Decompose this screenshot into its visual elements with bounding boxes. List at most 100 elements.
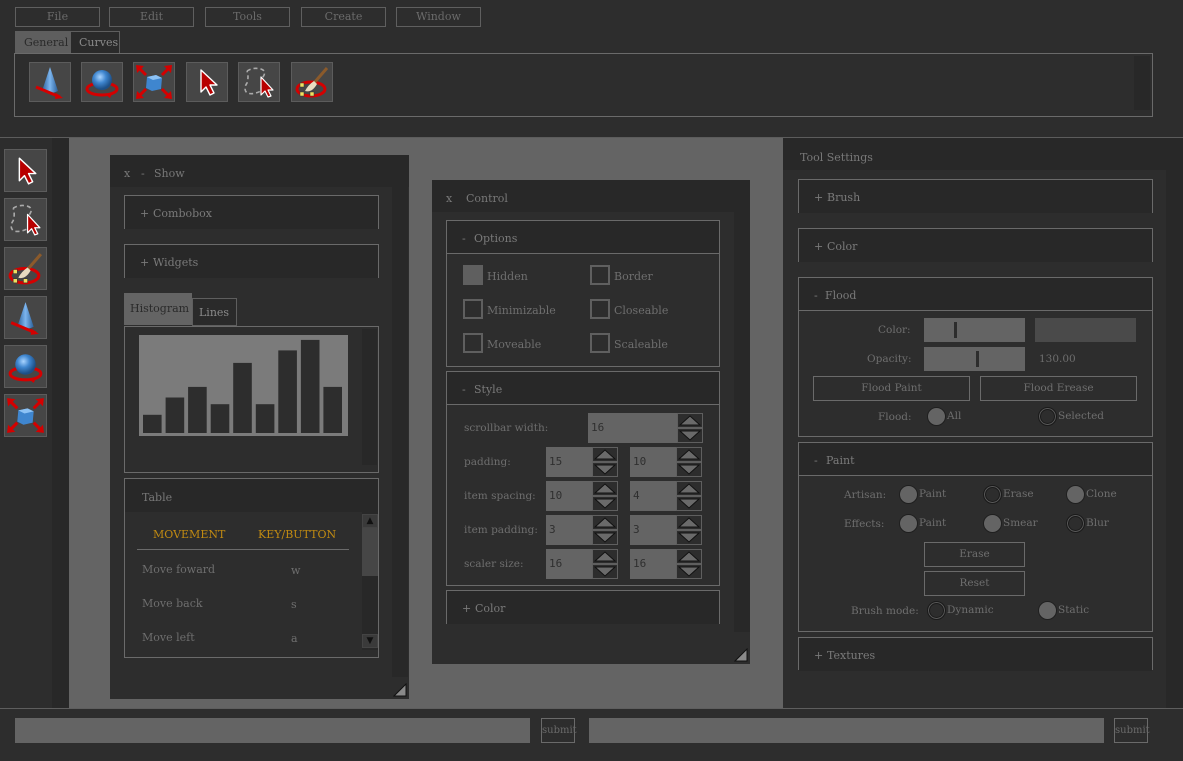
resize-grip-icon[interactable] [734, 648, 748, 662]
brush-group[interactable]: + Brush [798, 179, 1153, 213]
color-group[interactable]: + Color [798, 228, 1153, 262]
menu-tools[interactable]: Tools [205, 7, 290, 27]
scroll-down-button[interactable]: ▼ [362, 634, 378, 648]
tool-shelf-scrollbar[interactable] [1134, 56, 1150, 110]
menu-file[interactable]: File [15, 7, 100, 27]
menu-create[interactable]: Create [301, 7, 386, 27]
scroll-up-button[interactable]: ▲ [362, 514, 378, 528]
increment-button[interactable] [592, 481, 618, 496]
checkbox-minimizable[interactable] [463, 299, 483, 319]
left-toolbox-scrollbar[interactable] [52, 138, 69, 708]
checkbox-hidden[interactable] [463, 265, 483, 285]
checkbox-scaleable[interactable] [590, 333, 610, 353]
reset-button[interactable]: Reset [924, 571, 1025, 596]
select-tool-button[interactable] [186, 62, 228, 102]
increment-button[interactable] [592, 549, 618, 564]
checkbox-border[interactable] [590, 265, 610, 285]
side-paint-button[interactable] [4, 247, 47, 290]
flood-color-slider[interactable] [924, 318, 1025, 342]
tab-general[interactable]: General [15, 31, 70, 53]
tab-lines[interactable]: Lines [192, 298, 237, 326]
scrollbar-width-field[interactable]: 16 [588, 413, 677, 443]
slider-handle[interactable] [954, 322, 958, 338]
command-input-left[interactable] [15, 718, 530, 743]
side-lasso-button[interactable] [4, 198, 47, 241]
radio-static[interactable] [1038, 601, 1057, 620]
tool-settings-scrollbar[interactable] [1166, 170, 1183, 708]
decrement-button[interactable] [677, 428, 703, 443]
increment-button[interactable] [592, 515, 618, 530]
spin-field[interactable]: 10 [546, 481, 592, 511]
radio-smear[interactable] [983, 514, 1002, 533]
show-window-scrollbar[interactable] [392, 187, 408, 677]
decrement-button[interactable] [592, 462, 618, 477]
slider-handle[interactable] [975, 351, 979, 367]
close-button[interactable]: x [124, 167, 130, 180]
decrement-button[interactable] [676, 496, 702, 511]
increment-button[interactable] [592, 447, 618, 462]
textures-group[interactable]: + Textures [798, 637, 1153, 671]
submit-button-left[interactable]: submit [541, 718, 577, 743]
minimize-button[interactable]: - [141, 167, 145, 180]
menu-edit[interactable]: Edit [109, 7, 194, 27]
flood-erase-button[interactable]: Flood Erease [980, 376, 1137, 401]
submit-button-right[interactable]: submit [1114, 718, 1150, 743]
control-window-scrollbar[interactable] [734, 212, 750, 632]
flood-color-swatch[interactable] [1035, 318, 1136, 342]
radio-selected[interactable] [1038, 407, 1057, 426]
flood-paint-button[interactable]: Flood Paint [813, 376, 970, 401]
radio-dynamic[interactable] [927, 601, 946, 620]
spin-field[interactable]: 16 [546, 549, 592, 579]
decrement-button[interactable] [676, 530, 702, 545]
command-input-right[interactable] [589, 718, 1104, 743]
radio-clone[interactable] [1066, 485, 1085, 504]
radio-paint[interactable] [899, 485, 918, 504]
move-tool-button[interactable] [29, 62, 71, 102]
decrement-button[interactable] [676, 462, 702, 477]
style-header[interactable]: - Style [447, 372, 719, 405]
side-rotate-button[interactable] [4, 345, 47, 388]
increment-button[interactable] [676, 515, 702, 530]
paint-tool-button[interactable] [291, 62, 333, 102]
tab-curves[interactable]: Curves [70, 31, 120, 53]
scrollbar-thumb[interactable] [362, 528, 378, 576]
lasso-tool-button[interactable] [238, 62, 280, 102]
decrement-button[interactable] [676, 564, 702, 579]
increment-button[interactable] [676, 549, 702, 564]
show-window-header[interactable]: x - Show [110, 155, 409, 187]
options-header[interactable]: - Options [447, 221, 719, 254]
paint-header[interactable]: - Paint [799, 443, 1152, 476]
rotate-tool-button[interactable] [81, 62, 123, 102]
spin-field[interactable]: 3 [630, 515, 676, 545]
decrement-button[interactable] [592, 564, 618, 579]
radio-erase[interactable] [983, 485, 1002, 504]
radio-blur[interactable] [1066, 514, 1085, 533]
scale-tool-button[interactable] [133, 62, 175, 102]
spin-field[interactable]: 3 [546, 515, 592, 545]
opacity-slider[interactable] [924, 347, 1025, 371]
increment-button[interactable] [676, 447, 702, 462]
increment-button[interactable] [677, 413, 703, 428]
erase-button[interactable]: Erase [924, 542, 1025, 567]
decrement-button[interactable] [592, 496, 618, 511]
side-select-button[interactable] [4, 149, 47, 192]
resize-grip-icon[interactable] [393, 683, 407, 697]
decrement-button[interactable] [592, 530, 618, 545]
histogram-scrollbar[interactable] [362, 329, 377, 465]
checkbox-closeable[interactable] [590, 299, 610, 319]
tab-histogram[interactable]: Histogram [124, 293, 192, 325]
radio-all[interactable] [927, 407, 946, 426]
spin-field[interactable]: 16 [630, 549, 676, 579]
color-group[interactable]: + Color [446, 590, 720, 624]
checkbox-moveable[interactable] [463, 333, 483, 353]
group-widgets[interactable]: + Widgets [124, 244, 379, 278]
close-button[interactable]: x [446, 192, 452, 205]
radio-paint[interactable] [899, 514, 918, 533]
control-window-header[interactable]: x Control [432, 180, 750, 212]
flood-header[interactable]: - Flood [799, 278, 1152, 311]
menu-window[interactable]: Window [396, 7, 481, 27]
increment-button[interactable] [676, 481, 702, 496]
spin-field[interactable]: 15 [546, 447, 592, 477]
spin-field[interactable]: 10 [630, 447, 676, 477]
side-scale-button[interactable] [4, 394, 47, 437]
